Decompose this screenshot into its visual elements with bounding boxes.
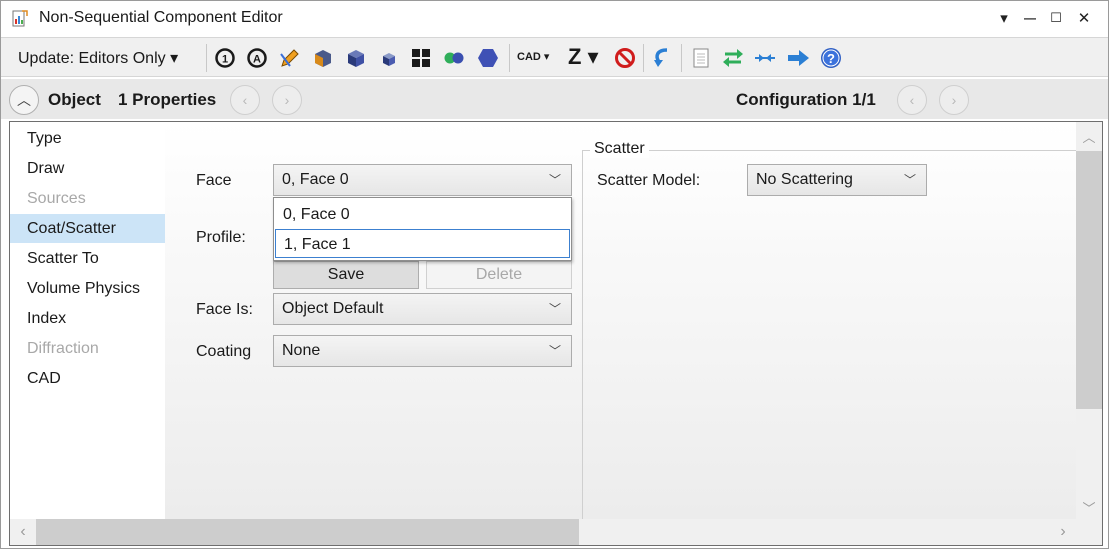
scatter-group-title: Scatter (590, 140, 649, 158)
nav-item-index[interactable]: Index (10, 304, 165, 333)
prev-object-button[interactable]: ‹ (230, 85, 260, 115)
nav-item-sources: Sources (27, 190, 86, 207)
chevron-left-icon: ‹ (909, 92, 915, 108)
chevron-down-icon: ﹀ (548, 173, 561, 187)
vertical-scroll-thumb[interactable] (1076, 151, 1102, 409)
chevron-down-icon: ﹀ (548, 302, 561, 316)
refresh-1-icon[interactable]: 1 (213, 46, 237, 70)
scatter-model-value: No Scattering (756, 171, 853, 188)
nav-item-type[interactable]: Type (10, 124, 165, 153)
update-mode-dropdown[interactable]: Update: Editors Only ▾ (18, 48, 178, 68)
face-dropdown-list: 0, Face 0 1, Face 1 (273, 197, 572, 261)
scroll-right-icon[interactable]: › (1050, 523, 1076, 541)
scroll-down-icon[interactable]: ﹀ (1076, 498, 1102, 517)
toolbar-separator (681, 44, 682, 72)
svg-text:A: A (253, 54, 261, 66)
profile-label: Profile: (196, 229, 246, 246)
grid-icon[interactable] (409, 46, 433, 70)
nav-item-scatter-to[interactable]: Scatter To (10, 244, 165, 273)
title-bar: Non-Sequential Component Editor ▾ — ☐ ✕ (1, 1, 1108, 35)
properties-label: 1 Properties (118, 90, 217, 109)
coating-select-value: None (282, 342, 321, 359)
chevron-left-icon: ‹ (242, 92, 248, 108)
close-button[interactable]: ✕ (1073, 7, 1095, 29)
nav-item-cad[interactable]: CAD (10, 364, 165, 393)
help-icon[interactable]: ? (819, 46, 843, 70)
face-is-select[interactable]: Object Default ﹀ (273, 293, 572, 325)
scroll-left-icon[interactable]: ‹ (10, 523, 36, 541)
coating-select[interactable]: None ﹀ (273, 335, 572, 367)
editor-window: Non-Sequential Component Editor ▾ — ☐ ✕ … (0, 0, 1109, 549)
face-is-label: Face Is: (196, 301, 253, 318)
save-button[interactable]: Save (273, 261, 419, 289)
dots-icon[interactable] (442, 46, 466, 70)
scroll-up-icon[interactable]: ︿ (1076, 127, 1102, 146)
scatter-model-label: Scatter Model: (597, 172, 701, 189)
prev-config-button[interactable]: ‹ (897, 85, 927, 115)
toolbar-separator (643, 44, 644, 72)
undo-arrow-icon[interactable] (649, 46, 673, 70)
nav-item-coat-scatter[interactable]: Coat/Scatter (10, 214, 165, 243)
object-label: Object (48, 90, 101, 109)
minimize-button[interactable]: — (1019, 7, 1041, 29)
nav-item-draw[interactable]: Draw (10, 154, 165, 183)
scatter-group (582, 150, 1077, 519)
app-icon (12, 10, 28, 27)
collapse-button[interactable]: ︿ (9, 85, 39, 115)
refresh-all-icon[interactable]: A (245, 46, 269, 70)
chevron-right-icon: › (284, 92, 290, 108)
configuration-label: Configuration 1/1 (736, 90, 876, 109)
next-config-button[interactable]: › (939, 85, 969, 115)
face-select[interactable]: 0, Face 0 ﹀ (273, 164, 572, 196)
face-select-value: 0, Face 0 (282, 171, 349, 188)
nav-item-volume-physics[interactable]: Volume Physics (10, 274, 165, 303)
svg-text:?: ? (827, 51, 835, 66)
solid-model-icon[interactable] (311, 46, 335, 70)
horizontal-scroll-thumb[interactable] (36, 519, 579, 545)
shaded-cube-icon[interactable] (344, 46, 368, 70)
face-is-select-value: Object Default (282, 300, 384, 317)
svg-text:1: 1 (222, 54, 228, 66)
maximize-button[interactable]: ☐ (1045, 7, 1067, 29)
delete-button: Delete (426, 261, 572, 289)
window-menu-button[interactable]: ▾ (993, 7, 1015, 29)
hexagon-icon[interactable] (476, 46, 500, 70)
chevron-right-icon: › (951, 92, 957, 108)
category-nav: Type Draw Sources Coat/Scatter Scatter T… (10, 122, 165, 519)
face-option-0[interactable]: 0, Face 0 (275, 200, 570, 229)
scroll-corner (1076, 519, 1102, 545)
coating-label: Coating (196, 343, 252, 360)
face-option-1[interactable]: 1, Face 1 (275, 229, 570, 258)
chevron-up-icon: ︿ (17, 92, 31, 108)
cad-dropdown[interactable]: CAD ▾ (517, 50, 549, 63)
window-title: Non-Sequential Component Editor (39, 9, 283, 26)
chevron-down-icon: ﹀ (548, 344, 561, 358)
face-label: Face (196, 172, 232, 189)
scatter-model-select[interactable]: No Scattering ﹀ (747, 164, 927, 196)
toolbar: Update: Editors Only ▾ 1 A CAD ▾ Z ▾ ? (1, 37, 1108, 77)
swap-arrows-icon[interactable] (721, 46, 745, 70)
ray-icon[interactable] (753, 46, 777, 70)
toolbar-separator (509, 44, 510, 72)
edit-pencil-icon[interactable] (278, 46, 302, 70)
chevron-down-icon: ﹀ (903, 173, 916, 187)
notes-icon[interactable] (689, 46, 713, 70)
z-dropdown[interactable]: Z ▾ (568, 44, 599, 70)
next-object-button[interactable]: › (272, 85, 302, 115)
toolbar-separator (206, 44, 207, 72)
nav-item-diffraction: Diffraction (27, 340, 99, 357)
next-arrow-icon[interactable] (786, 46, 810, 70)
small-cube-icon[interactable] (377, 46, 401, 70)
no-entry-icon[interactable] (613, 46, 637, 70)
